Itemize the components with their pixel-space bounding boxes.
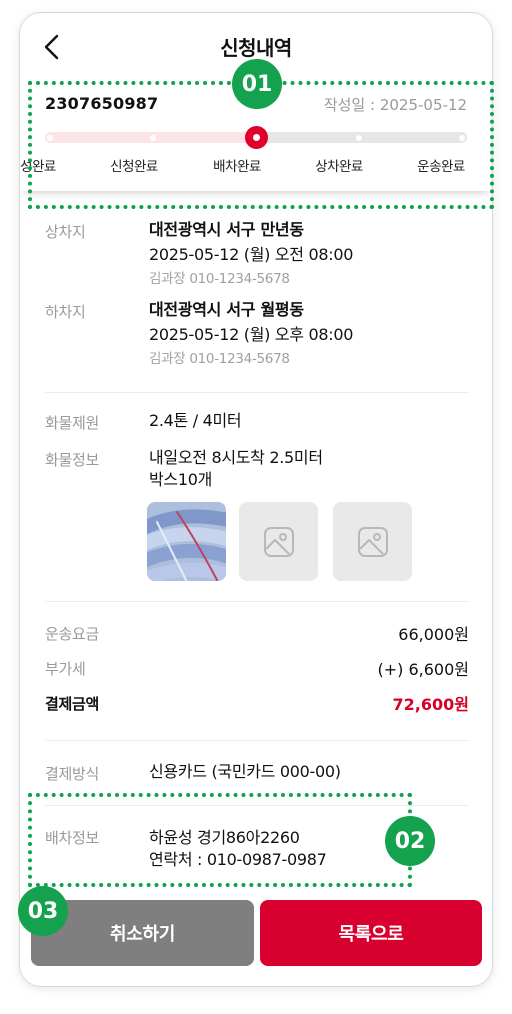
cargo-info-line2: 박스10개 (149, 470, 213, 489)
divider (45, 601, 469, 602)
unloading-datetime: 2025-05-12 (월) 오후 08:00 (149, 325, 354, 344)
cargo-spec-value: 2.4톤 / 4미터 (149, 411, 242, 430)
annotation-badge-03: 03 (18, 886, 68, 936)
cargo-spec-label: 화물제원 (45, 414, 100, 432)
page-title: 신청내역 (220, 36, 292, 60)
fee-label: 운송요금 (45, 625, 100, 643)
payment-method-label: 결제방식 (45, 765, 100, 783)
vat-label: 부가세 (45, 660, 86, 678)
cargo-photo[interactable] (147, 502, 226, 581)
unloading-label: 하차지 (45, 303, 86, 321)
unloading-address: 대전광역시 서구 월평동 (149, 300, 304, 319)
cargo-info-line1: 내일오전 8시도착 2.5미터 (149, 448, 323, 467)
loading-contact: 김과장 010-1234-5678 (149, 271, 290, 287)
list-button[interactable]: 목록으로 (260, 900, 482, 966)
annotation-box-02 (28, 793, 412, 887)
loading-address: 대전광역시 서구 만년동 (149, 220, 304, 239)
total-value: 72,600원 (392, 695, 469, 714)
image-placeholder-icon[interactable] (333, 502, 412, 581)
divider (45, 392, 469, 393)
divider (45, 740, 469, 741)
cargo-info-label: 화물정보 (45, 451, 100, 469)
payment-method-value: 신용카드 (국민카드 000-00) (149, 762, 341, 781)
annotation-badge-01: 01 (232, 59, 282, 109)
loading-datetime: 2025-05-12 (월) 오전 08:00 (149, 245, 354, 264)
unloading-contact: 김과장 010-1234-5678 (149, 351, 290, 367)
image-placeholder-icon[interactable] (239, 502, 318, 581)
annotation-badge-02: 02 (385, 816, 435, 866)
fee-value: 66,000원 (398, 625, 469, 644)
vat-value: (+) 6,600원 (377, 660, 469, 679)
loading-label: 상차지 (45, 223, 86, 241)
total-label: 결제금액 (45, 695, 100, 713)
